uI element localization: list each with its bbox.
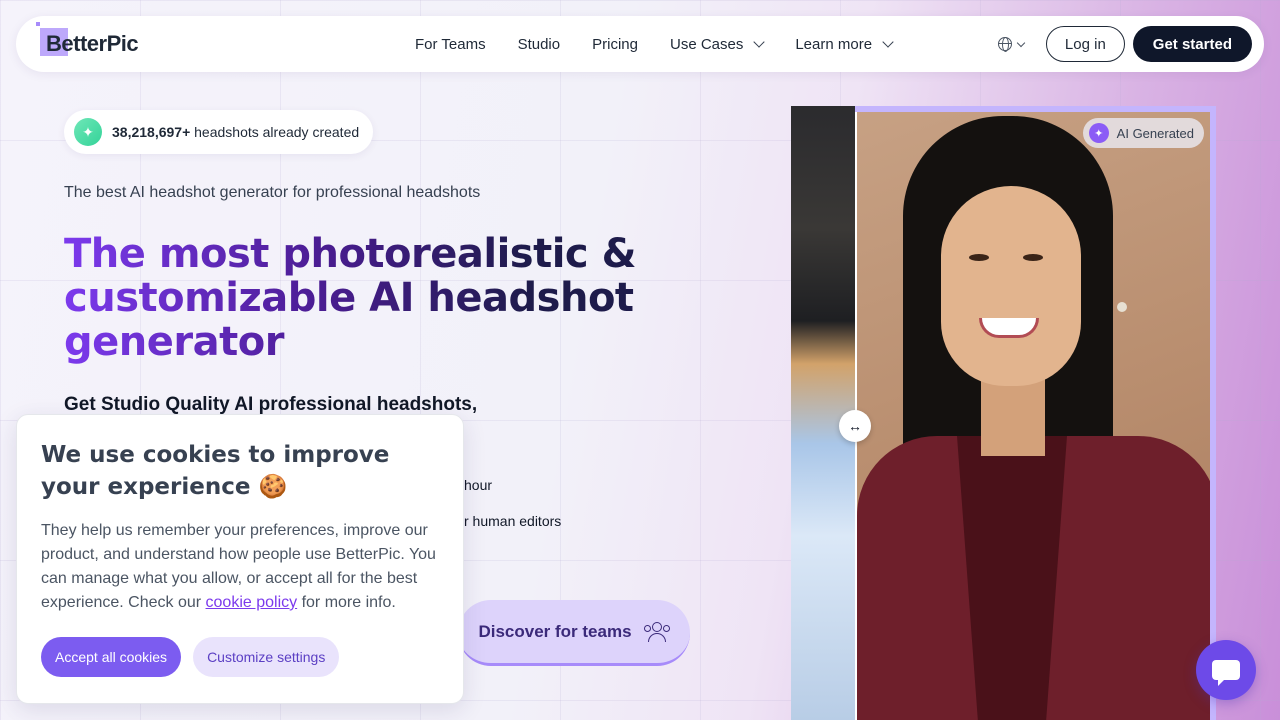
nav-link-studio[interactable]: Studio	[518, 36, 561, 53]
nav-link-label: Use Cases	[669, 35, 744, 53]
brand-logo[interactable]: BetterPic	[36, 22, 170, 64]
discover-teams-button[interactable]: Discover for teams	[458, 600, 690, 666]
nav-link-learn-more[interactable]: Learn more	[795, 35, 894, 53]
hero-subhead: Get Studio Quality AI professional heads…	[64, 394, 478, 415]
cookie-banner: We use cookies to improve your experienc…	[16, 414, 464, 704]
cookie-title: We use cookies to improve your experienc…	[41, 442, 390, 500]
photo-frame-right	[1210, 106, 1216, 720]
sparkle-icon: ✦	[1088, 123, 1109, 143]
globe-icon	[997, 37, 1012, 52]
cookie-body: They help us remember your preferences, …	[41, 519, 441, 615]
logo-dot	[36, 22, 40, 26]
ai-headshot-photo	[855, 106, 1216, 720]
nav-link-label: Learn more	[795, 35, 873, 53]
headshot-comparison[interactable]: ✦ AI Generated ↔	[791, 106, 1216, 720]
customize-settings-button[interactable]: Customize settings	[193, 637, 340, 677]
accept-cookies-button[interactable]: Accept all cookies	[41, 637, 182, 677]
login-button[interactable]: Log in	[1045, 26, 1125, 62]
nav-actions: Log in Get started	[997, 16, 1252, 72]
counter-text: 38,218,697+ headshots already created	[112, 124, 359, 140]
chat-widget-button[interactable]	[1196, 640, 1256, 700]
counter-value: 38,218,697+	[112, 124, 191, 140]
nav-links: For Teams Studio Pricing Use Cases Learn…	[415, 16, 924, 72]
photo-eye	[969, 254, 989, 261]
chevron-down-icon	[1016, 38, 1026, 47]
headshot-counter: ✦ 38,218,697+ headshots already created	[64, 110, 374, 154]
compare-slider-handle[interactable]: ↔	[839, 410, 871, 442]
photo-neck	[981, 376, 1045, 456]
nav-link-pricing[interactable]: Pricing	[592, 36, 638, 53]
nav-link-label: Studio	[517, 35, 561, 53]
language-selector[interactable]	[997, 37, 1026, 52]
photo-face	[941, 186, 1081, 386]
team-icon	[643, 621, 670, 642]
hero-tagline: The best AI headshot generator for profe…	[64, 184, 481, 201]
cookie-body-text: for more info.	[297, 594, 396, 611]
hero-headline: The most photorealistic & customizable A…	[64, 232, 684, 364]
chat-icon	[1212, 660, 1240, 686]
discover-teams-label: Discover for teams	[478, 621, 632, 641]
photo-earring	[1117, 302, 1127, 312]
feature-bullet: hour	[464, 477, 493, 493]
chevron-down-icon	[753, 36, 766, 48]
counter-suffix: headshots already created	[190, 124, 360, 140]
chevron-down-icon	[882, 36, 894, 48]
cookie-actions: Accept all cookies Customize settings	[41, 637, 340, 677]
sparkle-icon: ✦	[74, 118, 102, 146]
nav-link-label: Pricing	[592, 35, 638, 53]
photo-eye	[1023, 254, 1043, 261]
ai-generated-badge: ✦ AI Generated	[1082, 118, 1204, 148]
get-started-button[interactable]: Get started	[1132, 26, 1252, 62]
top-navigation: BetterPic For Teams Studio Pricing Use C…	[16, 16, 1264, 72]
nav-link-use-cases[interactable]: Use Cases	[669, 35, 766, 53]
feature-bullet: r human editors	[464, 513, 562, 529]
ai-generated-label: AI Generated	[1116, 125, 1194, 141]
nav-link-label: For Teams	[415, 35, 486, 53]
photo-frame-top	[855, 106, 1216, 112]
nav-link-for-teams[interactable]: For Teams	[415, 36, 486, 53]
brand-name: BetterPic	[46, 31, 139, 56]
cookie-policy-link[interactable]: cookie policy	[206, 594, 298, 611]
